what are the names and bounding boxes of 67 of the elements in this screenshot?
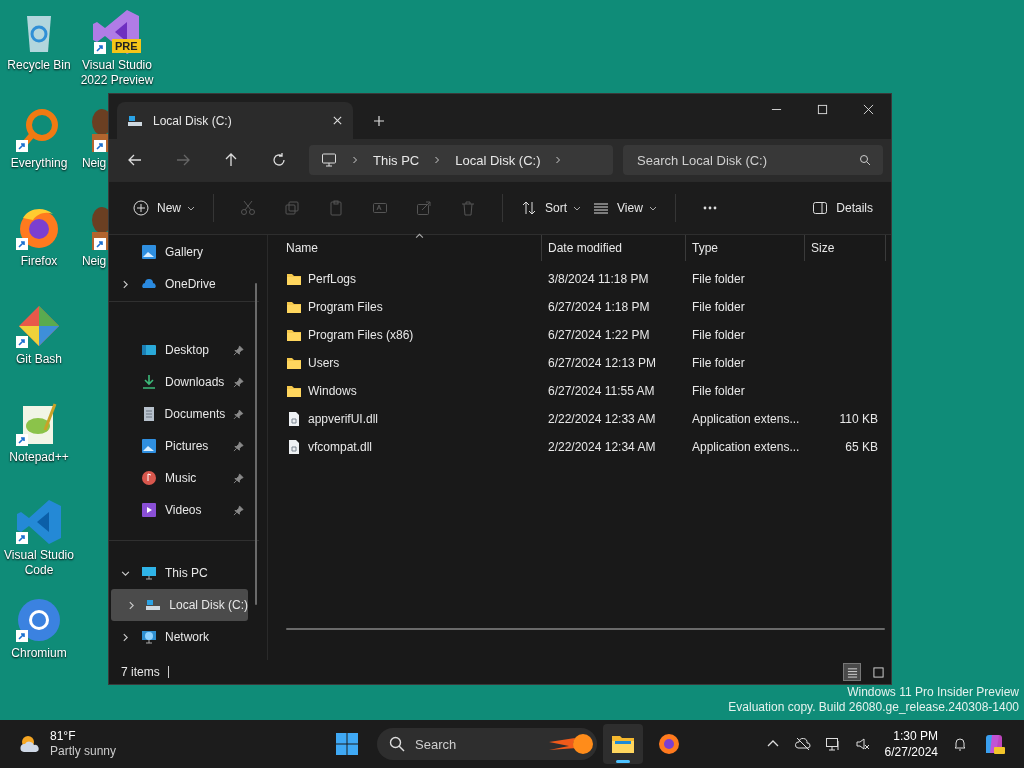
breadcrumb[interactable]: Local Disk (C:) bbox=[455, 152, 541, 168]
desktop-icon-label[interactable]: Visual Studio 2022 Preview bbox=[79, 58, 155, 88]
desktop-icon-label[interactable]: Everything bbox=[1, 156, 77, 171]
desktop-icon-label[interactable]: Git Bash bbox=[1, 352, 77, 367]
table-cell-text: File folder bbox=[691, 328, 746, 342]
table-cell-text: Application extens... bbox=[691, 412, 801, 426]
file-name[interactable]: PerfLogs bbox=[308, 272, 357, 286]
sidebar-item[interactable]: Gallery bbox=[111, 236, 248, 268]
sidebar-item[interactable]: Music bbox=[111, 462, 248, 494]
sidebar-item[interactable]: Desktop bbox=[111, 334, 248, 366]
desktop-icon-label[interactable]: Notepad++ bbox=[1, 450, 77, 465]
search-field[interactable]: Search Local Disk (C:) bbox=[623, 145, 883, 175]
tab-title: Local Disk (C:) bbox=[153, 113, 233, 128]
preview-badge: PRE bbox=[112, 39, 141, 53]
sidebar-item[interactable]: Documents bbox=[111, 398, 248, 430]
sidebar-item[interactable]: This PC bbox=[111, 557, 248, 589]
window-tab[interactable]: Local Disk (C:) bbox=[117, 102, 353, 139]
table-cell-text: 3/8/2024 11:18 PM bbox=[547, 272, 650, 286]
sidebar-item[interactable]: Network bbox=[111, 621, 248, 653]
column-header[interactable]: Size bbox=[805, 235, 886, 261]
sidebar-item[interactable]: OneDrive bbox=[111, 268, 248, 300]
table-cell-text: 2/22/2024 12:34 AM bbox=[547, 440, 657, 454]
address-bar[interactable]: This PC Local Disk (C:) bbox=[309, 145, 613, 175]
file-name[interactable]: Program Files (x86) bbox=[308, 328, 414, 342]
new-button[interactable]: New bbox=[127, 194, 201, 222]
column-header[interactable]: Type bbox=[686, 235, 805, 261]
table-cell: 65 KB bbox=[845, 440, 878, 454]
table-cell-text: File folder bbox=[691, 384, 746, 398]
file-name[interactable]: vfcompat.dll bbox=[308, 440, 373, 454]
item-count: 7 items bbox=[121, 665, 160, 679]
temperature[interactable]: 81°F bbox=[50, 729, 117, 744]
table-cell-text: 6/27/2024 11:55 AM bbox=[547, 384, 656, 398]
sort-button[interactable]: Sort bbox=[515, 194, 588, 222]
weather-condition[interactable]: Partly sunny bbox=[50, 744, 117, 759]
view-button[interactable]: View bbox=[587, 194, 663, 222]
clock-time[interactable]: 1:30 PM bbox=[893, 728, 938, 744]
desktop-icon-label[interactable]: Neig bbox=[82, 156, 106, 171]
table-cell-text: File folder bbox=[691, 272, 746, 286]
os-notice-text: Windows 11 Pro Insider Preview bbox=[847, 685, 1019, 700]
column-header[interactable]: Name bbox=[272, 235, 542, 261]
taskbar-search[interactable]: Search bbox=[377, 728, 597, 760]
file-name[interactable]: Windows bbox=[308, 384, 357, 398]
file-name[interactable]: Users bbox=[308, 356, 340, 370]
table-cell: 110 KB bbox=[839, 412, 878, 426]
table-cell-text: File folder bbox=[691, 356, 746, 370]
details-button[interactable]: Details bbox=[806, 194, 879, 222]
table-cell-text: 6/27/2024 1:22 PM bbox=[547, 328, 651, 342]
desktop-icon-label[interactable]: Firefox bbox=[1, 254, 77, 269]
sidebar-item[interactable]: Local Disk (C:) bbox=[111, 589, 248, 621]
sidebar-item[interactable]: Downloads bbox=[111, 366, 248, 398]
clock-date[interactable]: 6/27/2024 bbox=[884, 744, 938, 760]
table-cell-text: 6/27/2024 1:18 PM bbox=[547, 300, 651, 314]
os-notice-text: Evaluation copy. Build 26080.ge_release.240308-1400 bbox=[728, 700, 1019, 715]
desktop-icon-label[interactable]: Recycle Bin bbox=[1, 58, 77, 73]
column-header[interactable]: Date modified bbox=[542, 235, 686, 261]
table-cell-text: 2/22/2024 12:33 AM bbox=[547, 412, 657, 426]
desktop-icon-label[interactable]: Visual Studio Code bbox=[1, 548, 77, 578]
desktop-icon-label[interactable]: Neig bbox=[82, 254, 106, 269]
file-name[interactable]: appverifUI.dll bbox=[308, 412, 379, 426]
sidebar-item[interactable]: Videos bbox=[111, 494, 248, 526]
table-cell-text: File folder bbox=[691, 300, 746, 314]
table-cell-text: Application extens... bbox=[691, 440, 801, 454]
table-cell-text: 6/27/2024 12:13 PM bbox=[547, 356, 658, 370]
sidebar-item[interactable]: Pictures bbox=[111, 430, 248, 462]
desktop-icon-label[interactable]: Chromium bbox=[1, 646, 77, 661]
file-name[interactable]: Program Files bbox=[308, 300, 383, 314]
breadcrumb[interactable]: This PC bbox=[373, 152, 420, 168]
